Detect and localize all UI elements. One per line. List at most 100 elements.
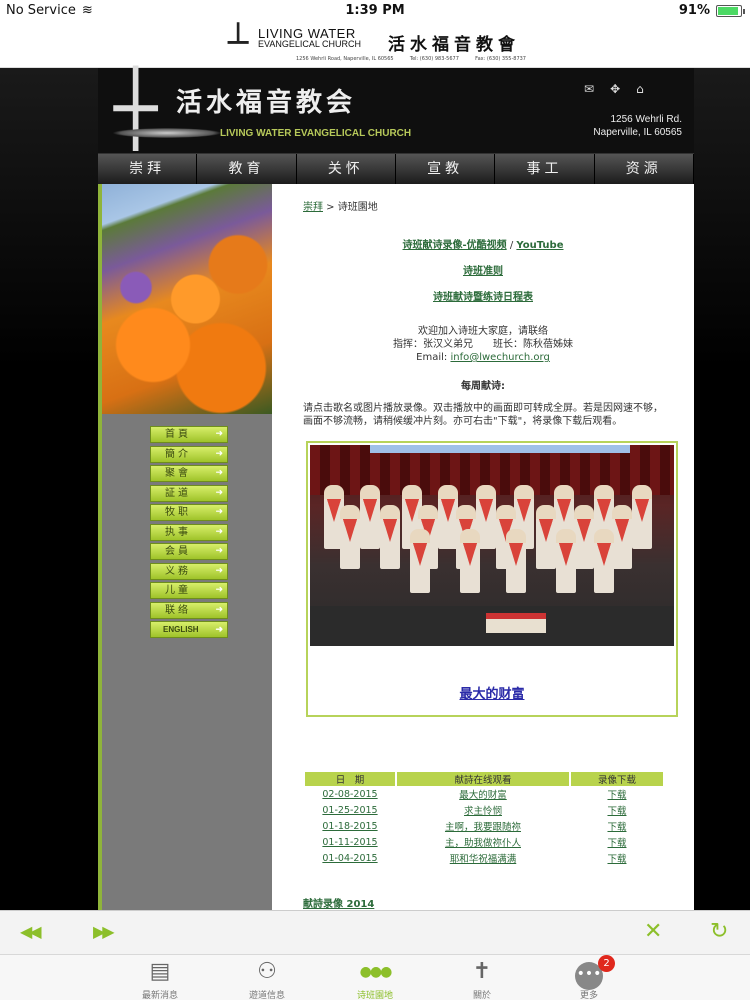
arrow-right-icon: ➜ <box>215 429 223 439</box>
row-title-link[interactable]: 耶和华祝福满满 <box>450 854 517 865</box>
nav-worship[interactable]: 崇拜 <box>98 154 198 184</box>
welcome-block: 欢迎加入诗班大家庭，请联络 指挥：张汉义弟兄 班长：陈秋蓓姊妹 Email: i… <box>272 325 694 364</box>
sidebar-item-members[interactable]: 会員 ➜ <box>150 543 228 560</box>
clock: 1:39 PM <box>345 3 405 18</box>
flower-stand <box>486 613 546 633</box>
row-title-link[interactable]: 求主怜悯 <box>464 806 502 817</box>
nav-care[interactable]: 关怀 <box>296 154 396 184</box>
choir-schedule-link[interactable]: 诗班献诗暨练诗日程表 <box>433 292 533 303</box>
breadcrumb-separator: > <box>323 202 338 213</box>
sidebar-item-volunteer[interactable]: 义務 ➜ <box>150 562 228 580</box>
tab-label: 诗班園地 <box>356 991 393 1000</box>
table-header-row: 日 期 献詩在线观看 录像下载 <box>305 772 663 786</box>
row-download-link[interactable]: 下载 <box>607 838 626 849</box>
sidebar-item-label: 首頁 <box>165 429 191 440</box>
tab-choir[interactable]: ●●● 诗班園地 <box>330 955 420 1000</box>
archive-2014-link[interactable]: 献詩录像 2014 <box>303 895 374 910</box>
tab-sermons[interactable]: ⚇ 遊道信息 <box>222 955 312 1000</box>
stage-light <box>370 445 630 453</box>
status-bar: No Service ≋ 1:39 PM 91% <box>0 0 750 22</box>
choir-singer <box>594 529 614 593</box>
choir-singer <box>438 485 458 549</box>
youtube-link[interactable]: YouTube <box>516 240 563 251</box>
sidebar-item-label: 聚會 <box>165 468 191 479</box>
tab-more[interactable]: ••• 2 更多 <box>544 955 634 1000</box>
banner-address-line2: Naperville, IL 60565 <box>593 127 682 138</box>
row-download-link[interactable]: 下载 <box>607 854 626 865</box>
table-row: 01-11-2015 主，助我做祢仆人 下载 <box>305 834 663 850</box>
choir-icon: ●●● <box>359 964 393 980</box>
banner-swoosh <box>112 128 222 138</box>
arrow-right-icon: ➜ <box>215 448 223 459</box>
row-download-link[interactable]: 下载 <box>607 822 626 833</box>
arrow-right-icon: ➜ <box>215 526 223 537</box>
tab-label: 遊道信息 <box>248 991 285 1000</box>
tab-news[interactable]: ▤ 最新消息 <box>115 955 205 1000</box>
welcome-line2: 指挥：张汉义弟兄 班长：陈秋蓓姊妹 <box>393 339 573 350</box>
row-date-link[interactable]: 01-18-2015 <box>322 821 377 832</box>
choir-rules-link[interactable]: 诗班准则 <box>463 266 503 277</box>
link-separator: / <box>506 240 517 251</box>
row-download-link[interactable]: 下载 <box>607 790 626 801</box>
sidebar-item-contact[interactable]: 联络 ➜ <box>150 601 228 619</box>
row-date-link[interactable]: 01-25-2015 <box>322 805 377 816</box>
schedule-row: 诗班献诗暨练诗日程表 <box>272 288 694 303</box>
battery-percent: 91% <box>678 3 710 18</box>
arrow-right-icon: ➜ <box>215 487 223 498</box>
nav-education[interactable]: 教育 <box>197 154 297 184</box>
breadcrumb: 崇拜 > 诗班園地 <box>303 198 378 213</box>
sidebar-item-deacons[interactable]: 执事 ➜ <box>150 523 228 541</box>
sidebar-item-sermons[interactable]: 証道 ➜ <box>150 484 228 502</box>
sidebar-item-english[interactable]: ENGLISH ➜ <box>150 621 228 638</box>
breadcrumb-parent-link[interactable]: 崇拜 <box>303 202 323 213</box>
header-fax: Fax: (630) 355-8737 <box>475 56 526 62</box>
nav-resources[interactable]: 资源 <box>594 154 694 184</box>
col-title-header: 献詩在线观看 <box>397 772 569 786</box>
sidebar-item-intro[interactable]: 簡介 ➜ <box>150 445 228 463</box>
choir-video-frame[interactable] <box>310 445 674 646</box>
nav-ministry[interactable]: 事工 <box>495 154 595 184</box>
sidebar-item-children[interactable]: 儿童 ➜ <box>150 582 228 599</box>
welcome-line1: 欢迎加入诗班大家庭，请联络 <box>418 326 548 337</box>
rules-row: 诗班准则 <box>272 262 694 277</box>
row-title-link[interactable]: 主，助我做祢仆人 <box>445 838 521 849</box>
cross-logo-icon: ✝ <box>472 959 492 984</box>
logo-line1: LIVING WATER <box>258 26 356 41</box>
table-row: 01-04-2015 耶和华祝福满满 下载 <box>305 850 663 866</box>
banner-title-en: LIVING WATER EVANGELICAL CHURCH <box>220 128 412 139</box>
people-icon: ⚇ <box>257 959 277 984</box>
sidebar: 首頁 ➜ 簡介 ➜ 聚會 ➜ 証道 ➜ 牧职 ➜ 执事 ➜ 会員 ➜ 义務 ➜ 儿童 ➜ 联络 ➜ … <box>98 184 272 910</box>
row-date-link[interactable]: 01-04-2015 <box>322 853 377 864</box>
home-icon[interactable]: ⌂ <box>636 82 644 96</box>
row-title-link[interactable]: 最大的财富 <box>459 790 507 801</box>
header-address: 1256 Wehrli Road, Naperville, IL 60565 T… <box>296 56 526 62</box>
email-link[interactable]: info@lwechurch.org <box>450 352 549 363</box>
row-date-link[interactable]: 02-08-2015 <box>322 789 377 800</box>
tab-label: 關於 <box>472 991 491 1000</box>
close-icon[interactable]: ✕ <box>644 919 662 945</box>
choir-singer <box>460 529 480 593</box>
email-label: Email: <box>416 352 451 363</box>
mail-icon[interactable]: ✉ <box>584 82 594 96</box>
youku-video-link[interactable]: 诗班献诗录像-优酷视频 <box>403 240 507 251</box>
rewind-icon[interactable]: ◀◀ <box>20 919 42 945</box>
sidebar-item-label: 牧职 <box>165 507 191 518</box>
banner-address-line1: 1256 Wehrli Rd. <box>610 114 682 125</box>
video-player[interactable]: 最大的财富 <box>306 441 678 717</box>
sidebar-item-pastoral[interactable]: 牧职 ➜ <box>150 504 228 521</box>
sidebar-item-gatherings[interactable]: 聚會 ➜ <box>150 465 228 482</box>
tab-label: 最新消息 <box>141 991 178 1000</box>
tab-about[interactable]: ✝ 關於 <box>437 955 527 1000</box>
video-title-link[interactable]: 最大的财富 <box>308 683 676 702</box>
row-download-link[interactable]: 下载 <box>607 806 626 817</box>
arrow-right-icon: ➜ <box>215 507 223 517</box>
row-date-link[interactable]: 01-11-2015 <box>322 837 377 848</box>
nav-missions[interactable]: 宣教 <box>395 154 496 184</box>
row-title-link[interactable]: 主啊，我要跟随祢 <box>445 822 521 833</box>
sidebar-item-home[interactable]: 首頁 ➜ <box>150 426 228 443</box>
reload-icon[interactable]: ↻ <box>710 919 728 945</box>
sidebar-item-label: 义務 <box>165 565 191 577</box>
fast-forward-icon[interactable]: ▶▶ <box>93 919 115 945</box>
map-icon[interactable]: ✥ <box>610 82 620 96</box>
logo-text: LIVING WATER EVANGELICAL CHURCH <box>258 26 361 50</box>
